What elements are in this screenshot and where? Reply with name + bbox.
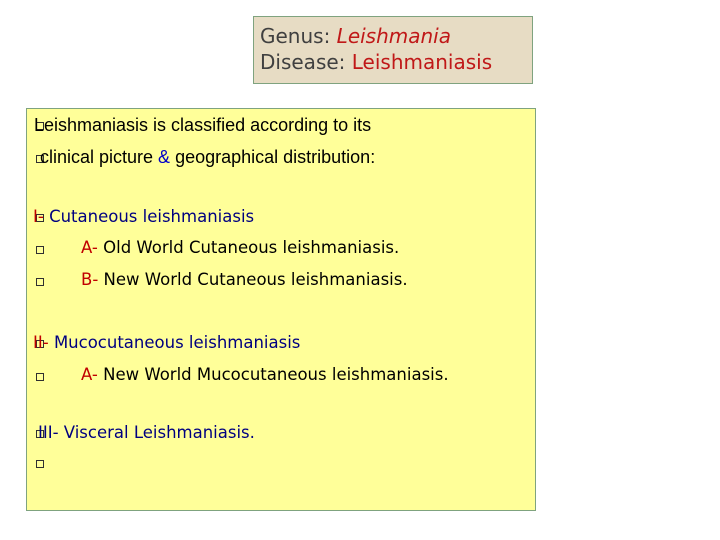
disease-value: Leishmaniasis [351, 50, 493, 74]
disease-line: Disease: Leishmaniasis [260, 49, 532, 75]
disease-label: Disease: [260, 50, 352, 74]
mucocutaneous-number: II- [33, 333, 54, 352]
intro-line-2-text-b: geographical distribution: [170, 147, 376, 167]
content-box: Leishmaniasis is classified according to… [26, 108, 536, 511]
mucocutaneous-item: A- New World Mucocutaneous leishmaniasis… [81, 365, 449, 384]
bullet-icon [36, 278, 44, 286]
cutaneous-text: Cutaneous leishmaniasis [49, 207, 255, 226]
visceral-heading: III- Visceral Leishmaniasis. [38, 423, 255, 442]
visceral-text: III- Visceral Leishmaniasis. [38, 423, 255, 442]
intro-line-2-text-a: clinical picture [40, 147, 159, 167]
title-box: Genus: Leishmania Disease: Leishmaniasis [253, 16, 533, 84]
genus-label: Genus: [260, 24, 337, 48]
mucocutaneous-item-number: A- [81, 365, 104, 384]
ampersand: & [158, 147, 171, 167]
old-world-number: A- [81, 238, 104, 257]
cutaneous-number: I- [33, 207, 50, 226]
intro-line-2: clinical picture & geographical distribu… [40, 147, 375, 168]
new-world-text: New World Cutaneous leishmaniasis. [103, 270, 408, 289]
genus-value: Leishmania [336, 24, 451, 48]
cutaneous-heading: I- Cutaneous leishmaniasis [33, 207, 254, 226]
intro-line-1: Leishmaniasis is classified according to… [34, 115, 371, 136]
new-world-number: B- [81, 270, 104, 289]
old-world-item: A- Old World Cutaneous leishmaniasis. [81, 238, 399, 257]
bullet-icon [36, 373, 44, 381]
mucocutaneous-item-text: New World Mucocutaneous leishmaniasis. [103, 365, 449, 384]
mucocutaneous-text: Mucocutaneous leishmaniasis [53, 333, 301, 352]
new-world-item: B- New World Cutaneous leishmaniasis. [81, 270, 408, 289]
intro-line-1-text: Leishmaniasis is classified according to… [34, 115, 372, 135]
mucocutaneous-heading: II- Mucocutaneous leishmaniasis [33, 333, 300, 352]
bullet-icon [36, 246, 44, 254]
old-world-text: Old World Cutaneous leishmaniasis. [103, 238, 400, 257]
bullet-icon [36, 460, 44, 468]
genus-line: Genus: Leishmania [260, 23, 532, 49]
